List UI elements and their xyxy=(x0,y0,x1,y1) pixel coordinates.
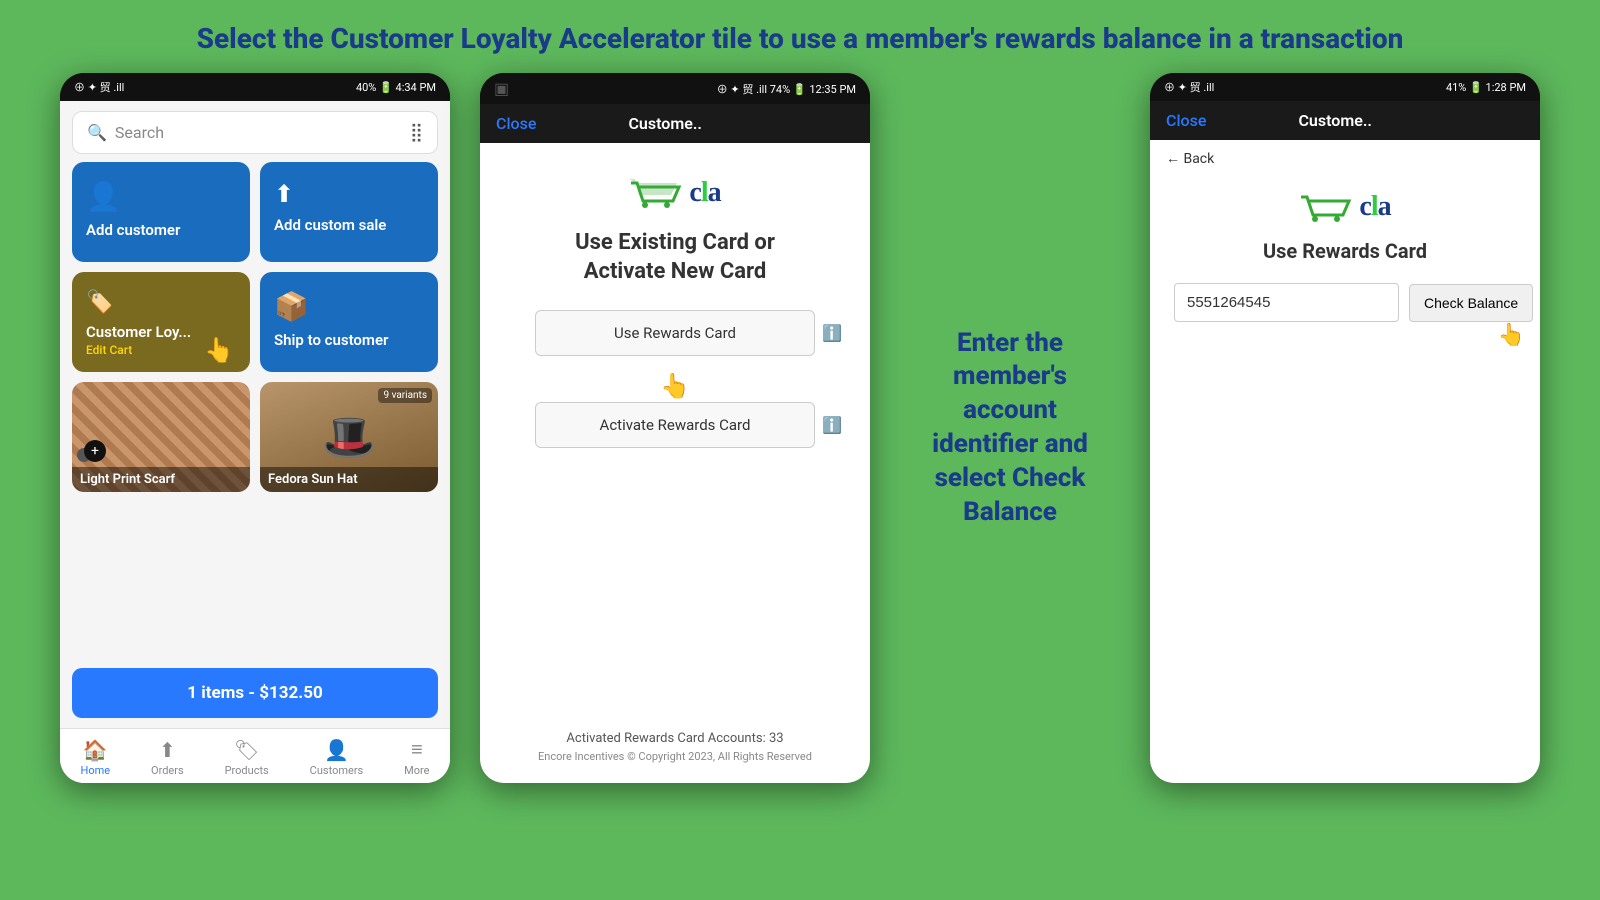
phone3-status-right: 41% 🔋 1:28 PM xyxy=(1446,81,1526,94)
spacer xyxy=(60,502,450,668)
account-input[interactable] xyxy=(1174,283,1399,322)
phone1-status-right: 40% 🔋 4:34 PM xyxy=(356,81,436,94)
orders-icon: ⬆ xyxy=(159,738,176,762)
tile-customer-loyalty[interactable]: 🏷️ Customer Loy... Edit Cart 👆 xyxy=(72,272,250,372)
nav-customers[interactable]: 👤 Customers xyxy=(310,738,364,777)
use-rewards-wrapper: Use Rewards Card ℹ️ 👆 xyxy=(535,310,815,370)
check-balance-button[interactable]: Check Balance xyxy=(1409,284,1533,322)
add-badge[interactable]: + xyxy=(84,440,106,462)
phone1-screen: 🔍 Search ⣿ 👤 Add customer ⬆ Add custom s… xyxy=(60,101,450,783)
nav-home-label: Home xyxy=(80,764,110,777)
info-icon-2: ℹ️ xyxy=(822,416,842,435)
variant-label: 9 variants xyxy=(378,388,432,403)
phone3-logo-text: cla xyxy=(1359,191,1390,223)
phone-1: ⊕ ✦ 贸 .ill 40% 🔋 4:34 PM 🔍 Search ⣿ � xyxy=(60,73,450,783)
search-placeholder: Search xyxy=(115,123,410,142)
more-icon: ≡ xyxy=(411,737,423,762)
phone3-close-button[interactable]: Close xyxy=(1166,111,1206,130)
phone2-header: Close Custome.. xyxy=(480,104,870,143)
scarf-label: Light Print Scarf xyxy=(72,467,250,492)
nav-products[interactable]: 🏷 Products xyxy=(225,738,269,777)
input-row: Check Balance 👆 ℹ️ xyxy=(1174,283,1516,322)
phones-row: ⊕ ✦ 贸 .ill 40% 🔋 4:34 PM 🔍 Search ⣿ � xyxy=(0,73,1600,783)
product-hat[interactable]: 🎩 Fedora Sun Hat 9 variants xyxy=(260,382,438,492)
phone3-cla-logo: cla xyxy=(1299,187,1390,227)
phone3-logo-svg xyxy=(1299,187,1359,227)
nav-orders-label: Orders xyxy=(151,764,184,777)
hat-icon: 🎩 xyxy=(322,411,377,463)
annotation-text: Enter the member's account identifier an… xyxy=(932,327,1088,530)
products-icon: 🏷 xyxy=(234,738,259,762)
upload-icon: ⬆ xyxy=(274,180,294,208)
nav-home[interactable]: 🏠 Home xyxy=(80,738,110,777)
phone1-status-left: ⊕ ✦ 贸 .ill xyxy=(74,79,124,95)
cla-logo-svg xyxy=(629,173,689,213)
cursor-hand-loyalty: 👆 xyxy=(204,336,234,364)
check-balance-wrapper: Check Balance 👆 xyxy=(1409,284,1533,322)
tile-add-customer[interactable]: 👤 Add customer xyxy=(72,162,250,262)
action-tiles: 👤 Add customer ⬆ Add custom sale 🏷️ Cust… xyxy=(60,162,450,372)
phone2-close-button[interactable]: Close xyxy=(496,114,536,133)
info-icon-1: ℹ️ xyxy=(822,324,842,343)
cursor-hand-use-rewards: 👆 xyxy=(660,372,690,400)
phone-2: ▣ ⊕ ✦ 贸 .ill 74% 🔋 12:35 PM Close Custom… xyxy=(480,73,870,783)
home-icon: 🏠 xyxy=(83,738,108,762)
use-rewards-card-button[interactable]: Use Rewards Card ℹ️ xyxy=(535,310,815,356)
cart-button[interactable]: 1 items - $132.50 xyxy=(72,668,438,718)
phone2-status-right: ⊕ ✦ 贸 .ill 74% 🔋 12:35 PM xyxy=(717,81,856,97)
use-rewards-title: Use Rewards Card xyxy=(1263,239,1427,263)
phone-3: ⊕ ✦ 贸 .ill 41% 🔋 1:28 PM Close Custome..… xyxy=(1150,73,1540,783)
cursor-hand-check: 👆 xyxy=(1498,323,1525,348)
tile-ship-to-customer[interactable]: 📦 Ship to customer xyxy=(260,272,438,372)
hat-label: Fedora Sun Hat xyxy=(260,467,438,492)
customers-icon: 👤 xyxy=(324,738,349,762)
ship-icon: 📦 xyxy=(274,290,309,323)
activate-rewards-wrapper: Activate Rewards Card ℹ️ xyxy=(535,402,815,462)
product-tiles: Light Print Scarf + 🎩 Fedora Sun Hat 9 v… xyxy=(60,382,450,492)
phone2-header-title: Custome.. xyxy=(628,114,701,133)
phone2-status-bar: ▣ ⊕ ✦ 贸 .ill 74% 🔋 12:35 PM xyxy=(480,73,870,104)
nav-more[interactable]: ≡ More xyxy=(404,737,429,777)
bottom-nav: 🏠 Home ⬆ Orders 🏷 Products 👤 Customers xyxy=(60,728,450,783)
search-bar[interactable]: 🔍 Search ⣿ xyxy=(72,111,438,154)
product-scarf[interactable]: Light Print Scarf + xyxy=(72,382,250,492)
nav-more-label: More xyxy=(404,764,429,777)
cla-logo-text: cla xyxy=(689,177,720,209)
page-title: Select the Customer Loyalty Accelerator … xyxy=(0,0,1600,73)
phone3-header-title: Custome.. xyxy=(1298,111,1371,130)
phone3-status-left: ⊕ ✦ 贸 .ill xyxy=(1164,79,1214,95)
search-icon: 🔍 xyxy=(87,123,107,142)
phone2-screen: cla Use Existing Card or Activate New Ca… xyxy=(480,143,870,783)
phone3-status-bar: ⊕ ✦ 贸 .ill 41% 🔋 1:28 PM xyxy=(1150,73,1540,101)
cla-logo: cla xyxy=(629,173,720,213)
barcode-icon: ⣿ xyxy=(410,122,423,143)
card-title: Use Existing Card or Activate New Card xyxy=(575,229,775,286)
nav-products-label: Products xyxy=(225,764,269,777)
phone3-content: cla Use Rewards Card Check Balance 👆 ℹ️ xyxy=(1150,177,1540,342)
nav-customers-label: Customers xyxy=(310,764,364,777)
phone2-status-left: ▣ xyxy=(494,79,509,98)
accounts-count: Activated Rewards Card Accounts: 33 xyxy=(566,731,783,746)
nav-orders[interactable]: ⬆ Orders xyxy=(151,738,184,777)
copyright-text: Encore Incentives © Copyright 2023, All … xyxy=(538,750,812,763)
phone1-status-bar: ⊕ ✦ 贸 .ill 40% 🔋 4:34 PM xyxy=(60,73,450,101)
activate-rewards-card-button[interactable]: Activate Rewards Card ℹ️ xyxy=(535,402,815,448)
back-link[interactable]: ← Back xyxy=(1150,140,1540,177)
phone3-screen: ← Back cla xyxy=(1150,140,1540,783)
tile-add-custom-sale[interactable]: ⬆ Add custom sale xyxy=(260,162,438,262)
annotation-box: Enter the member's account identifier an… xyxy=(900,73,1120,783)
phone3-header: Close Custome.. xyxy=(1150,101,1540,140)
person-icon: 👤 xyxy=(86,180,121,213)
page-container: Select the Customer Loyalty Accelerator … xyxy=(0,0,1600,900)
loyalty-icon: 🏷️ xyxy=(86,290,113,315)
